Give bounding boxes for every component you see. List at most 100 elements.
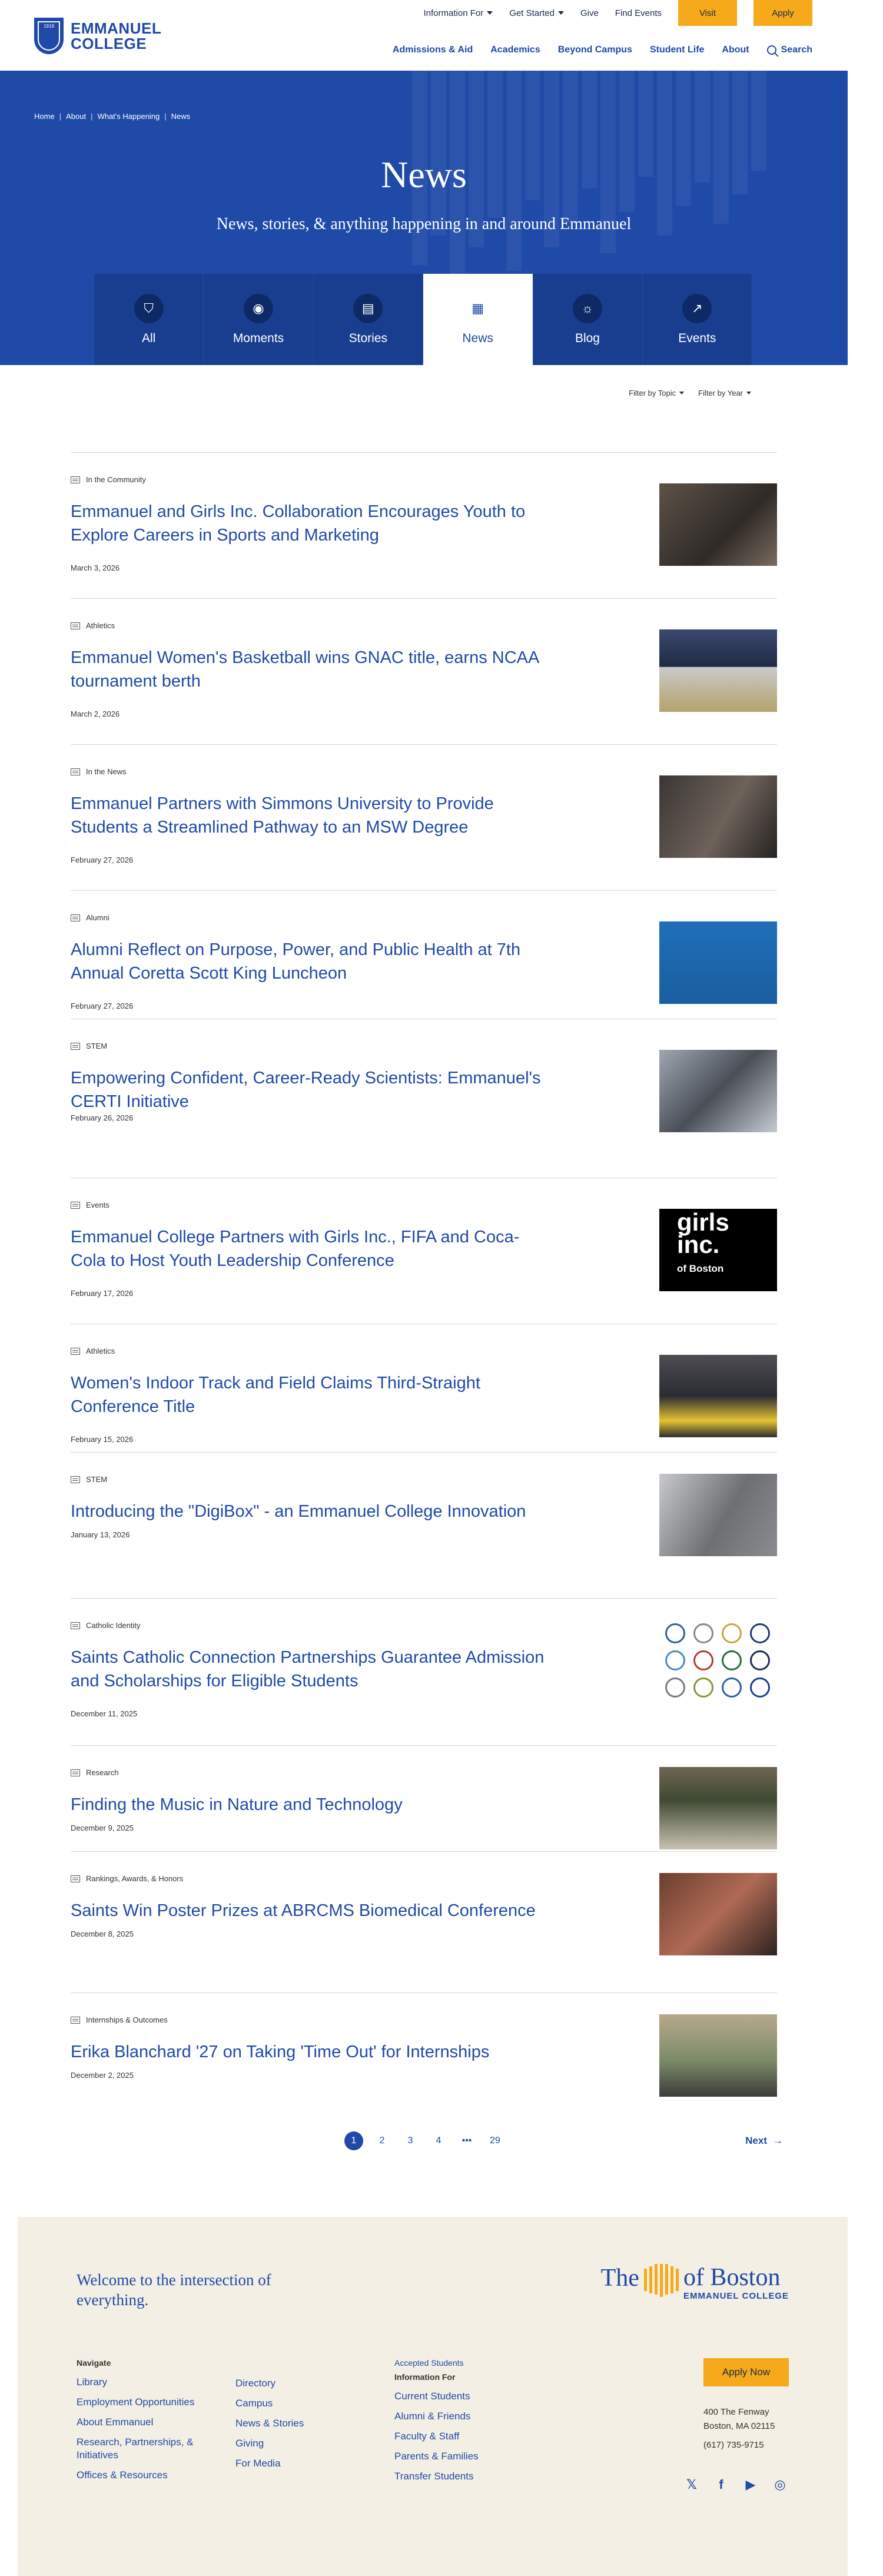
newspaper-icon — [71, 476, 80, 483]
tab-all[interactable]: ⛉ All — [94, 274, 204, 365]
info-link-parents-families[interactable]: Parents & Families — [394, 2450, 536, 2463]
search-button[interactable]: Search — [766, 45, 812, 55]
visit-button[interactable]: Visit — [678, 0, 737, 26]
news-thumbnail[interactable] — [659, 775, 777, 858]
tab-label: All — [141, 331, 156, 345]
info-link-alumni-friends[interactable]: Alumni & Friends — [394, 2410, 536, 2423]
partner-logo — [722, 1650, 742, 1670]
news-title-link[interactable]: Women's Indoor Track and Field Claims Th… — [71, 1371, 553, 1418]
news-title-link[interactable]: Saints Catholic Connection Partnerships … — [71, 1646, 553, 1693]
info-link-current-students[interactable]: Current Students — [394, 2390, 536, 2403]
mainnav-beyond-campus[interactable]: Beyond Campus — [558, 45, 632, 55]
category-label: STEM — [86, 1042, 108, 1050]
news-title-link[interactable]: Emmanuel College Partners with Girls Inc… — [71, 1225, 553, 1272]
phone-number[interactable]: (617) 735-9715 — [703, 2438, 789, 2452]
footer-link-campus[interactable]: Campus — [235, 2397, 353, 2410]
accepted-students-link[interactable]: Accepted Students — [394, 2358, 536, 2368]
news-category: Internships & Outcomes — [71, 2015, 168, 2024]
main-nav: Admissions & Aid Academics Beyond Campus St… — [393, 45, 812, 55]
news-thumbnail[interactable] — [659, 629, 777, 712]
news-thumbnail[interactable] — [659, 1474, 777, 1556]
mainnav-about[interactable]: About — [722, 45, 749, 55]
newspaper-icon — [71, 1201, 80, 1209]
youtube-icon[interactable]: ▶ — [742, 2476, 759, 2494]
news-thumbnail[interactable] — [659, 483, 777, 566]
instagram-icon[interactable]: ◎ — [771, 2476, 789, 2494]
tab-stories[interactable]: ▤ Stories — [313, 274, 423, 365]
breadcrumb-what-s-happening[interactable]: What's Happening — [97, 112, 160, 121]
navigate-heading: Navigate — [77, 2358, 111, 2368]
footer-link-research-partnerships-initiatives[interactable]: Research, Partnerships, & Initiatives — [77, 2436, 230, 2462]
footer-brand-logo[interactable]: The of Boston EMMANUEL COLLEGE — [601, 2264, 789, 2301]
news-title-link[interactable]: Saints Win Poster Prizes at ABRCMS Biome… — [71, 1899, 553, 1922]
filter-year-dropdown[interactable]: Filter by Year — [698, 389, 751, 397]
news-thumbnail[interactable] — [659, 921, 777, 1004]
college-logo[interactable]: 1919 EMMANUEL COLLEGE — [34, 18, 161, 54]
news-list: In the Community Emmanuel and Girls Inc. … — [71, 452, 777, 2146]
category-tabs: ⛉ All ◉ Moments ▤ Stories ▦ News ☼ Blog ↗ Events — [94, 274, 752, 365]
news-thumbnail[interactable] — [659, 1767, 777, 1849]
mainnav-academics[interactable]: Academics — [490, 45, 540, 55]
footer-link-news-stories[interactable]: News & Stories — [235, 2417, 353, 2430]
news-thumbnail[interactable] — [659, 1620, 777, 1702]
news-title-link[interactable]: Alumni Reflect on Purpose, Power, and Pu… — [71, 938, 553, 985]
facebook-icon[interactable]: f — [712, 2476, 730, 2494]
newspaper-icon — [71, 914, 80, 921]
news-item: Internships & Outcomes Erika Blanchard '2… — [71, 1992, 777, 2146]
tab-news[interactable]: ▦ News — [423, 274, 533, 365]
category-label: In the Community — [86, 475, 146, 484]
news-title-link[interactable]: Empowering Confident, Career-Ready Scien… — [71, 1066, 553, 1113]
news-title-link[interactable]: Erika Blanchard '27 on Taking 'Time Out'… — [71, 2040, 553, 2064]
next-page-button[interactable]: Next → — [745, 2135, 783, 2147]
footer-link-offices-resources[interactable]: Offices & Resources — [77, 2469, 230, 2482]
info-link-faculty-staff[interactable]: Faculty & Staff — [394, 2430, 536, 2443]
topnav-get-started[interactable]: Get Started — [509, 8, 564, 18]
footer-link-library[interactable]: Library — [77, 2376, 230, 2389]
footer-link-giving[interactable]: Giving — [235, 2437, 353, 2450]
page-3[interactable]: 3 — [401, 2131, 420, 2150]
apply-now-button[interactable]: Apply Now — [703, 2358, 789, 2386]
category-label: Athletics — [86, 1347, 115, 1355]
tab-label: Events — [678, 331, 716, 345]
info-link-transfer-students[interactable]: Transfer Students — [394, 2470, 536, 2483]
x-twitter-icon[interactable]: 𝕏 — [683, 2476, 701, 2494]
news-thumbnail[interactable] — [659, 1050, 777, 1132]
page-1[interactable]: 1 — [344, 2131, 363, 2150]
news-thumbnail[interactable] — [659, 1873, 777, 1955]
news-title-link[interactable]: Introducing the "DigiBox" - an Emmanuel … — [71, 1500, 553, 1523]
news-title-link[interactable]: Emmanuel and Girls Inc. Collaboration En… — [71, 500, 553, 547]
news-title-link[interactable]: Emmanuel Women's Basketball wins GNAC ti… — [71, 646, 553, 693]
footer-link-employment-opportunities[interactable]: Employment Opportunities — [77, 2396, 230, 2409]
apply-button[interactable]: Apply — [753, 0, 812, 26]
footer-link-for-media[interactable]: For Media — [235, 2457, 353, 2470]
tab-moments[interactable]: ◉ Moments — [204, 274, 314, 365]
page-4[interactable]: 4 — [429, 2131, 448, 2150]
footer-link-directory[interactable]: Directory — [235, 2377, 353, 2390]
footer-info-col: Accepted Students Information For Curren… — [394, 2358, 536, 2490]
page-2[interactable]: 2 — [373, 2131, 391, 2150]
category-label: Catholic Identity — [86, 1621, 141, 1630]
news-title-link[interactable]: Finding the Music in Nature and Technolo… — [71, 1793, 553, 1816]
topnav-find-events[interactable]: Find Events — [615, 8, 662, 18]
mainnav-admissions-aid[interactable]: Admissions & Aid — [393, 45, 473, 55]
news-thumbnail[interactable] — [659, 1355, 777, 1437]
partner-logo — [693, 1623, 713, 1643]
category-label: STEM — [86, 1475, 108, 1484]
topnav-information-for[interactable]: Information For — [424, 8, 493, 18]
breadcrumb: Home | About | What's Happening | News — [34, 112, 190, 121]
brand-college: EMMANUEL COLLEGE — [683, 2291, 789, 2301]
tab-blog[interactable]: ☼ Blog — [533, 274, 643, 365]
news-title-link[interactable]: Emmanuel Partners with Simmons Universit… — [71, 792, 553, 839]
tab-events[interactable]: ↗ Events — [642, 274, 752, 365]
page-29[interactable]: 29 — [486, 2131, 504, 2150]
site-header: 1919 EMMANUEL COLLEGE Information For Get… — [0, 0, 848, 71]
news-thumbnail[interactable] — [659, 2014, 777, 2097]
breadcrumb-home[interactable]: Home — [34, 112, 55, 121]
filter-topic-dropdown[interactable]: Filter by Topic — [629, 389, 685, 397]
mainnav-student-life[interactable]: Student Life — [650, 45, 704, 55]
news-thumbnail[interactable]: girls inc. of Boston — [659, 1209, 777, 1291]
site-footer: Welcome to the intersection of everythin… — [18, 2217, 848, 2576]
topnav-give[interactable]: Give — [580, 8, 599, 18]
footer-link-about-emmanuel[interactable]: About Emmanuel — [77, 2416, 230, 2429]
breadcrumb-about[interactable]: About — [66, 112, 86, 121]
